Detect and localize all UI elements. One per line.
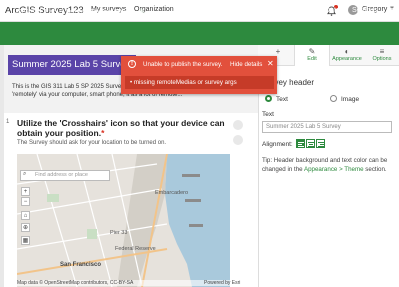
survey-title: GIS 311 Lab 5 Survey Spring 2025 xyxy=(16,7,131,16)
search-icon[interactable]: ⌕ xyxy=(23,171,26,178)
survey-toolbar xyxy=(0,22,399,45)
radio-image-label: Image xyxy=(341,96,360,103)
map-label-pier: Pier 33 xyxy=(110,230,128,236)
tab-appearance-label: Appearance xyxy=(332,56,362,62)
share-icon[interactable]: ⤴ xyxy=(386,6,394,17)
plus-icon: + xyxy=(275,47,281,56)
map-label-federal-reserve: Federal Reserve xyxy=(115,246,156,252)
align-left-button[interactable] xyxy=(296,139,305,148)
tab-settings[interactable]: Settings xyxy=(352,7,377,14)
question-action-button[interactable] xyxy=(233,135,243,145)
zoom-out-button[interactable]: − xyxy=(21,197,30,206)
home-button[interactable]: ⌂ xyxy=(21,211,30,220)
tab-collaborate[interactable]: Collaborate xyxy=(247,7,283,14)
tab-overview[interactable]: Overview xyxy=(176,7,205,14)
question-title-text: Utilize the 'Crosshairs' icon so that yo… xyxy=(17,118,225,138)
zoom-in-button[interactable]: + xyxy=(21,187,30,196)
tab-add[interactable]: + xyxy=(261,47,295,56)
map-label-embarcadero: Embarcadero xyxy=(155,190,189,196)
tab-data[interactable]: Data xyxy=(325,7,340,14)
map-search-placeholder: Find address or place xyxy=(35,172,88,178)
radio-image[interactable] xyxy=(330,95,337,102)
tip-suffix: section. xyxy=(363,165,387,173)
map-attribution[interactable]: Map data © OpenStreetMap contributors, C… xyxy=(17,280,230,286)
tab-options[interactable]: ≡ Options xyxy=(365,47,399,62)
align-center-button[interactable] xyxy=(306,139,315,148)
error-icon: ! xyxy=(128,60,136,68)
question-number: 1 xyxy=(6,119,10,125)
tab-appearance[interactable]: ◐ Appearance xyxy=(330,47,364,62)
sliders-icon: ≡ xyxy=(379,47,385,56)
tab-edit-label: Edit xyxy=(307,56,317,62)
radio-text-label: Text xyxy=(276,96,288,103)
survey-header-banner[interactable]: Summer 2025 Lab 5 Survey xyxy=(8,55,136,75)
alignment-label: Alignment: xyxy=(262,141,293,148)
question-action-button[interactable] xyxy=(233,120,243,130)
tab-design[interactable]: Design xyxy=(208,3,246,18)
palette-icon: ◐ xyxy=(344,47,350,56)
tab-options-label: Options xyxy=(372,56,392,62)
basemap-button[interactable]: ▦ xyxy=(21,236,30,245)
align-right-button[interactable] xyxy=(316,139,325,148)
question-hint: The Survey should ask for your location … xyxy=(17,140,167,146)
document-icon xyxy=(4,6,12,16)
close-icon[interactable]: ✕ xyxy=(267,59,274,68)
question-title: Utilize the 'Crosshairs' icon so that yo… xyxy=(17,118,247,138)
crosshairs-locate-button[interactable]: ⊕ xyxy=(21,223,30,232)
survey-header-title: Summer 2025 Lab 5 Survey xyxy=(12,59,131,70)
map-label-city: San Francisco xyxy=(60,262,102,268)
header-text-input[interactable]: Summer 2025 Lab 5 Survey xyxy=(262,121,392,133)
toast-message: Unable to publish the survey. xyxy=(143,61,223,68)
map-powered-by[interactable]: Powered by Esri xyxy=(204,280,240,286)
appearance-theme-link[interactable]: Appearance > Theme xyxy=(304,166,364,173)
edit-title-pencil-icon[interactable]: ✎ xyxy=(139,7,146,16)
toast-detail-text: • missing remoteMedias or survey args xyxy=(130,79,237,86)
text-field-label: Text xyxy=(262,111,274,118)
tab-analyze[interactable]: Analyze xyxy=(292,7,317,14)
tab-edit[interactable]: ✎ Edit xyxy=(295,47,329,62)
radio-text[interactable] xyxy=(265,95,272,102)
pencil-icon: ✎ xyxy=(308,47,316,56)
hide-details-link[interactable]: Hide details xyxy=(230,61,262,68)
required-marker: * xyxy=(101,128,105,138)
header-tip: Tip: Header background and text color ca… xyxy=(262,157,394,174)
header-text-value: Summer 2025 Lab 5 Survey xyxy=(266,124,341,130)
